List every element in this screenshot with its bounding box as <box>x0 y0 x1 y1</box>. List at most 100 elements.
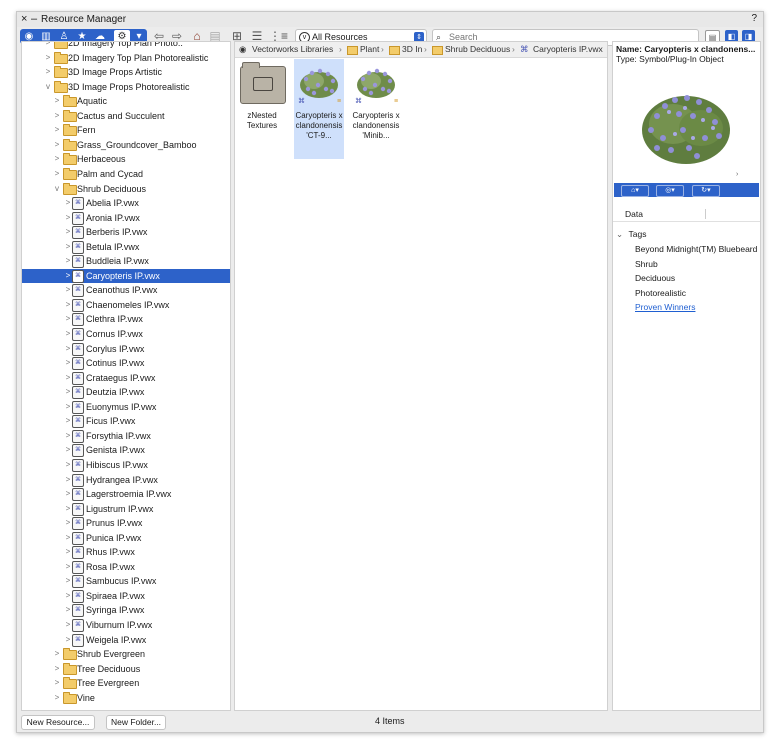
chevron-right-icon[interactable]: > <box>53 109 61 123</box>
tree-file-item[interactable]: > ⌘ Corylus IP.vwx <box>22 342 230 356</box>
chevron-right-icon[interactable]: > <box>64 618 72 632</box>
chevron-right-icon[interactable]: > <box>64 633 72 647</box>
chevron-right-icon[interactable]: > <box>53 138 61 152</box>
chevron-right-icon[interactable]: > <box>44 65 52 79</box>
tree-file-item[interactable]: > ⌘ Rosa IP.vwx <box>22 560 230 574</box>
chevron-right-icon[interactable]: > <box>64 531 72 545</box>
chevron-right-icon[interactable]: > <box>64 429 72 443</box>
chevron-right-icon[interactable]: > <box>64 400 72 414</box>
tree-file-item[interactable]: > ⌘ Rhus IP.vwx <box>22 545 230 560</box>
chevron-right-icon[interactable]: > <box>64 560 72 574</box>
new-folder-button[interactable]: New Folder... <box>106 715 166 730</box>
tree-folder-item[interactable]: > Cactus and Succulent <box>22 109 230 123</box>
chevron-right-icon[interactable]: > <box>64 516 72 530</box>
chevron-right-icon[interactable]: > <box>53 647 61 661</box>
chevron-right-icon[interactable]: > <box>64 312 72 326</box>
breadcrumb-item[interactable]: Vectorworks Libraries <box>252 42 333 57</box>
tags-header[interactable]: ⌄ Tags <box>616 228 646 240</box>
chevron-right-icon[interactable]: > <box>64 356 72 370</box>
chevron-down-icon[interactable]: v <box>44 80 52 94</box>
tree-file-item[interactable]: > ⌘ Sambucus IP.vwx <box>22 574 230 589</box>
tree-file-item[interactable]: > ⌘ Chaenomeles IP.vwx <box>22 298 230 312</box>
chevron-right-icon[interactable]: > <box>64 385 72 399</box>
tree-file-item[interactable]: > ⌘ Buddleia IP.vwx <box>22 254 230 269</box>
tree-file-item[interactable]: > ⌘ Genista IP.vwx <box>22 443 230 458</box>
chevron-right-icon[interactable]: > <box>64 502 72 516</box>
tree-file-item[interactable]: > ⌘ Viburnum IP.vwx <box>22 618 230 632</box>
tree-file-item[interactable]: > ⌘ Berberis IP.vwx <box>22 225 230 240</box>
help-button[interactable]: ? <box>751 13 757 24</box>
chevron-right-icon[interactable]: › <box>736 171 738 178</box>
tree-file-item[interactable]: > ⌘ Euonymus IP.vwx <box>22 400 230 414</box>
chevron-right-icon[interactable]: > <box>64 342 72 356</box>
render-mode-icon[interactable]: ◎▾ <box>656 185 684 197</box>
tag-link[interactable]: Proven Winners <box>635 301 695 313</box>
chevron-right-icon[interactable]: > <box>53 691 61 705</box>
chevron-down-icon[interactable]: v <box>53 182 61 196</box>
breadcrumb-item[interactable]: 3D In <box>402 42 422 57</box>
chevron-right-icon[interactable]: > <box>53 167 61 181</box>
chevron-right-icon[interactable]: > <box>64 545 72 559</box>
tree-folder-item[interactable]: > Shrub Evergreen <box>22 647 230 661</box>
tree-file-item[interactable]: > ⌘ Cotinus IP.vwx <box>22 356 230 371</box>
tree-file-item[interactable]: > ⌘ Ficus IP.vwx <box>22 414 230 429</box>
minimize-button[interactable]: – <box>31 13 37 25</box>
tree-folder-item[interactable]: >2D Imagery Top Plan Photo.. <box>22 42 230 50</box>
chevron-right-icon[interactable]: > <box>64 603 72 617</box>
resource-folder-tile[interactable]: zNested Textures <box>237 59 287 159</box>
new-resource-button[interactable]: New Resource... <box>21 715 95 730</box>
chevron-right-icon[interactable]: > <box>64 574 72 588</box>
tree-folder-item[interactable]: > Tree Evergreen <box>22 676 230 690</box>
chevron-right-icon[interactable]: > <box>44 51 52 65</box>
chevron-right-icon[interactable]: > <box>64 225 72 239</box>
chevron-right-icon[interactable]: > <box>64 414 72 428</box>
tree-file-item[interactable]: > ⌘ Syringa IP.vwx <box>22 603 230 618</box>
breadcrumb-item[interactable]: Caryopteris IP.vwx <box>533 42 603 57</box>
tree-file-item[interactable]: > ⌘ Lagerstroemia IP.vwx <box>22 487 230 502</box>
chevron-right-icon[interactable]: > <box>53 152 61 166</box>
tree-folder-item[interactable]: > Vine <box>22 691 230 705</box>
chevron-right-icon[interactable]: > <box>64 443 72 457</box>
chevron-right-icon[interactable]: > <box>64 371 72 385</box>
tree-file-item[interactable]: > ⌘ Spiraea IP.vwx <box>22 589 230 603</box>
tree-folder-item[interactable]: v Shrub Deciduous <box>22 182 230 196</box>
tree-file-item[interactable]: > ⌘ Deutzia IP.vwx <box>22 385 230 400</box>
chevron-right-icon[interactable]: > <box>64 473 72 487</box>
tree-folder-item[interactable]: > Tree Deciduous <box>22 662 230 676</box>
tree-file-item[interactable]: > ⌘ Clethra IP.vwx <box>22 312 230 327</box>
tree-folder-item[interactable]: > Palm and Cycad <box>22 167 230 181</box>
chevron-right-icon[interactable]: > <box>64 283 72 297</box>
tree-folder-item[interactable]: > Aquatic <box>22 94 230 108</box>
resource-plant-tile[interactable]: ⌘ ≡ Caryopteris x clandonensis 'Minib... <box>351 59 401 159</box>
chevron-right-icon[interactable]: > <box>44 42 52 50</box>
chevron-right-icon[interactable]: > <box>64 487 72 501</box>
chevron-right-icon[interactable]: > <box>53 123 61 137</box>
tree-file-item[interactable]: > ⌘ Cornus IP.vwx <box>22 327 230 341</box>
tree-folder-item[interactable]: > Herbaceous <box>22 152 230 166</box>
tree-file-item[interactable]: > ⌘ Caryopteris IP.vwx <box>22 268 230 283</box>
tree-file-item[interactable]: > ⌘ Prunus IP.vwx <box>22 516 230 531</box>
resource-plant-tile[interactable]: ⌘ ≡ Caryopteris x clandonensis 'CT-9... <box>294 59 344 159</box>
tree-file-item[interactable]: > ⌘ Punica IP.vwx <box>22 531 230 545</box>
chevron-right-icon[interactable]: > <box>64 254 72 268</box>
chevron-right-icon[interactable]: > <box>64 327 72 341</box>
tree-file-item[interactable]: > ⌘ Weigela IP.vwx <box>22 633 230 647</box>
rotate-icon[interactable]: ↻▾ <box>692 185 720 197</box>
tree-folder-item[interactable]: >2D Imagery Top Plan Photorealistic <box>22 51 230 65</box>
chevron-right-icon[interactable]: > <box>64 211 72 225</box>
chevron-right-icon[interactable]: > <box>53 662 61 676</box>
tab-data[interactable]: Data <box>613 207 760 222</box>
tree-file-item[interactable]: > ⌘ Hibiscus IP.vwx <box>22 458 230 472</box>
chevron-right-icon[interactable]: > <box>64 240 72 254</box>
tree-file-item[interactable]: > ⌘ Crataegus IP.vwx <box>22 371 230 385</box>
tree-folder-item[interactable]: >3D Image Props Artistic <box>22 65 230 79</box>
tree-file-item[interactable]: > ⌘ Abelia IP.vwx <box>22 196 230 211</box>
close-button[interactable]: × <box>21 13 27 25</box>
tree-file-item[interactable]: > ⌘ Forsythia IP.vwx <box>22 429 230 443</box>
chevron-right-icon[interactable]: > <box>64 458 72 472</box>
view-mode-icon[interactable]: ⌂▾ <box>621 185 649 197</box>
tree-folder-item[interactable]: v 3D Image Props Photorealistic <box>22 80 230 94</box>
tree-folder-item[interactable]: > Fern <box>22 123 230 137</box>
tree-file-item[interactable]: > ⌘ Aronia IP.vwx <box>22 211 230 225</box>
chevron-right-icon[interactable]: > <box>64 269 72 283</box>
